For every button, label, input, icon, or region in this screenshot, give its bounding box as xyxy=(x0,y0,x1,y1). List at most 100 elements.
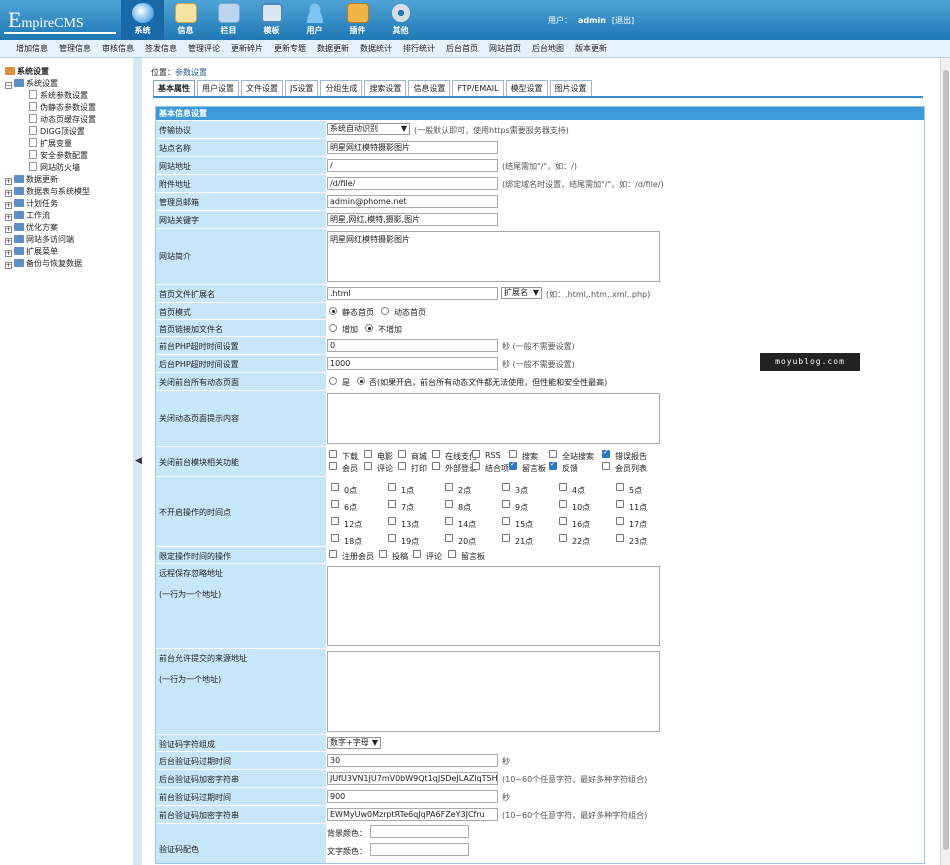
module-checkbox[interactable] xyxy=(472,462,480,470)
hour-checkbox[interactable] xyxy=(559,500,567,508)
menu-update-topic[interactable]: 更新专题 xyxy=(274,40,306,57)
module-checkbox[interactable] xyxy=(364,462,372,470)
tree-item-firewall[interactable]: 网站防火墙 xyxy=(29,162,80,173)
tab-model[interactable]: 模型设置 xyxy=(505,80,548,97)
module-checkbox[interactable] xyxy=(509,450,517,458)
hour-checkbox[interactable] xyxy=(331,483,339,491)
expand-icon[interactable]: + xyxy=(5,214,12,221)
hour-checkbox[interactable] xyxy=(559,534,567,542)
tree-item-dynamic-cache[interactable]: 动态页缓存设置 xyxy=(29,114,96,125)
tree-group-workflow[interactable]: + 工作流 xyxy=(5,210,50,221)
file-url-input[interactable]: /d/file/ xyxy=(327,177,498,190)
nav-template[interactable]: 模板 xyxy=(250,0,293,40)
menu-manage-comment[interactable]: 管理评论 xyxy=(188,40,220,57)
limit-op-checkbox[interactable] xyxy=(413,550,421,558)
limit-op-checkbox[interactable] xyxy=(329,550,337,558)
menu-admin-map[interactable]: 后台地图 xyxy=(532,40,564,57)
menu-version-update[interactable]: 版本更新 xyxy=(575,40,607,57)
hour-checkbox[interactable] xyxy=(502,534,510,542)
radio-static-index[interactable] xyxy=(329,307,337,315)
tab-image[interactable]: 图片设置 xyxy=(549,80,592,97)
hour-checkbox[interactable] xyxy=(388,500,396,508)
code-bg-color-input[interactable] xyxy=(370,825,469,838)
hour-checkbox[interactable] xyxy=(616,517,624,525)
tree-root[interactable]: 系统设置 xyxy=(5,66,49,77)
hour-checkbox[interactable] xyxy=(502,483,510,491)
code-fg-color-input[interactable] xyxy=(370,843,469,856)
menu-manage-info[interactable]: 管理信息 xyxy=(59,40,91,57)
site-url-input[interactable]: / xyxy=(327,159,498,172)
intro-textarea[interactable]: 明星网红模特摄影图片 xyxy=(327,231,660,282)
hour-checkbox[interactable] xyxy=(388,483,396,491)
remote-ignore-textarea[interactable] xyxy=(327,566,660,646)
menu-rank-stats[interactable]: 排行统计 xyxy=(403,40,435,57)
module-checkbox[interactable] xyxy=(329,450,337,458)
module-checkbox[interactable] xyxy=(364,450,372,458)
vertical-scrollbar[interactable] xyxy=(940,58,950,865)
menu-update-fragment[interactable]: 更新碎片 xyxy=(231,40,263,57)
module-checkbox[interactable] xyxy=(398,450,406,458)
tab-ftp-email[interactable]: FTP/EMAIL xyxy=(452,80,504,97)
module-checkbox[interactable] xyxy=(509,460,517,470)
nav-info[interactable]: 信息 xyxy=(164,0,207,40)
index-ext-input[interactable]: .html xyxy=(327,287,498,300)
menu-add-info[interactable]: 增加信息 xyxy=(16,40,48,57)
back-timeout-input[interactable]: 1000 xyxy=(327,357,498,370)
tree-item-security[interactable]: 安全参数配置 xyxy=(29,150,88,161)
tab-info[interactable]: 信息设置 xyxy=(408,80,451,97)
collapse-icon[interactable]: − xyxy=(5,82,12,89)
nav-column[interactable]: 栏目 xyxy=(207,0,250,40)
hour-checkbox[interactable] xyxy=(616,483,624,491)
limit-op-checkbox[interactable] xyxy=(379,550,387,558)
tree-group-backup[interactable]: + 备份与恢复数据 xyxy=(5,258,82,269)
tab-user[interactable]: 用户设置 xyxy=(197,80,239,97)
hour-checkbox[interactable] xyxy=(331,534,339,542)
module-checkbox[interactable] xyxy=(549,460,557,470)
hour-checkbox[interactable] xyxy=(559,517,567,525)
tree-group-data-update[interactable]: + 数据更新 xyxy=(5,174,58,185)
hour-checkbox[interactable] xyxy=(331,500,339,508)
menu-review-info[interactable]: 审核信息 xyxy=(102,40,134,57)
tree-group-tasks[interactable]: + 计划任务 xyxy=(5,198,58,209)
tree-group-tables-models[interactable]: + 数据表与系统模型 xyxy=(5,186,90,197)
menu-data-update[interactable]: 数据更新 xyxy=(317,40,349,57)
radio-no-filename[interactable] xyxy=(365,324,373,332)
expand-icon[interactable]: + xyxy=(5,202,12,209)
hour-checkbox[interactable] xyxy=(616,534,624,542)
menu-data-stats[interactable]: 数据统计 xyxy=(360,40,392,57)
tab-group-gen[interactable]: 分组生成 xyxy=(320,80,363,97)
module-checkbox[interactable] xyxy=(549,450,557,458)
hour-checkbox[interactable] xyxy=(502,500,510,508)
tree-item-pseudo-static[interactable]: 伪静态参数设置 xyxy=(29,102,96,113)
back-code-key-input[interactable]: JUfU3VN1JU7mV0bW9Qt1qJSDeJLAZlqT5HzW xyxy=(327,772,498,785)
tree-item-digg[interactable]: DIGG顶设置 xyxy=(29,126,85,137)
admin-email-input[interactable]: admin@phome.net xyxy=(327,195,498,208)
hour-checkbox[interactable] xyxy=(445,483,453,491)
expand-icon[interactable]: + xyxy=(5,238,12,245)
scrollbar-thumb[interactable] xyxy=(943,70,949,850)
radio-add-filename[interactable] xyxy=(329,324,337,332)
tree-item-ext-vars[interactable]: 扩展变量 xyxy=(29,138,72,149)
tree-group-multi-access[interactable]: + 网站多访问端 xyxy=(5,234,74,245)
hour-checkbox[interactable] xyxy=(388,534,396,542)
back-code-expire-input[interactable]: 30 xyxy=(327,754,498,767)
hour-checkbox[interactable] xyxy=(445,500,453,508)
breadcrumb-link[interactable]: 参数设置 xyxy=(175,68,207,77)
hour-checkbox[interactable] xyxy=(388,517,396,525)
radio-close-yes[interactable] xyxy=(329,377,337,385)
menu-admin-home[interactable]: 后台首页 xyxy=(446,40,478,57)
module-checkbox[interactable] xyxy=(602,462,610,470)
expand-icon[interactable]: + xyxy=(5,250,12,257)
hour-checkbox[interactable] xyxy=(502,517,510,525)
expand-icon[interactable]: + xyxy=(5,178,12,185)
module-checkbox[interactable] xyxy=(472,450,480,458)
hour-checkbox[interactable] xyxy=(616,500,624,508)
tree-item-system-params[interactable]: 系统参数设置 xyxy=(29,90,88,101)
expand-icon[interactable]: + xyxy=(5,226,12,233)
menu-sign-info[interactable]: 签发信息 xyxy=(145,40,177,57)
module-checkbox[interactable] xyxy=(432,462,440,470)
nav-other[interactable]: 其他 xyxy=(379,0,422,40)
expand-icon[interactable]: + xyxy=(5,262,12,269)
module-checkbox[interactable] xyxy=(398,462,406,470)
expand-icon[interactable]: + xyxy=(5,190,12,197)
